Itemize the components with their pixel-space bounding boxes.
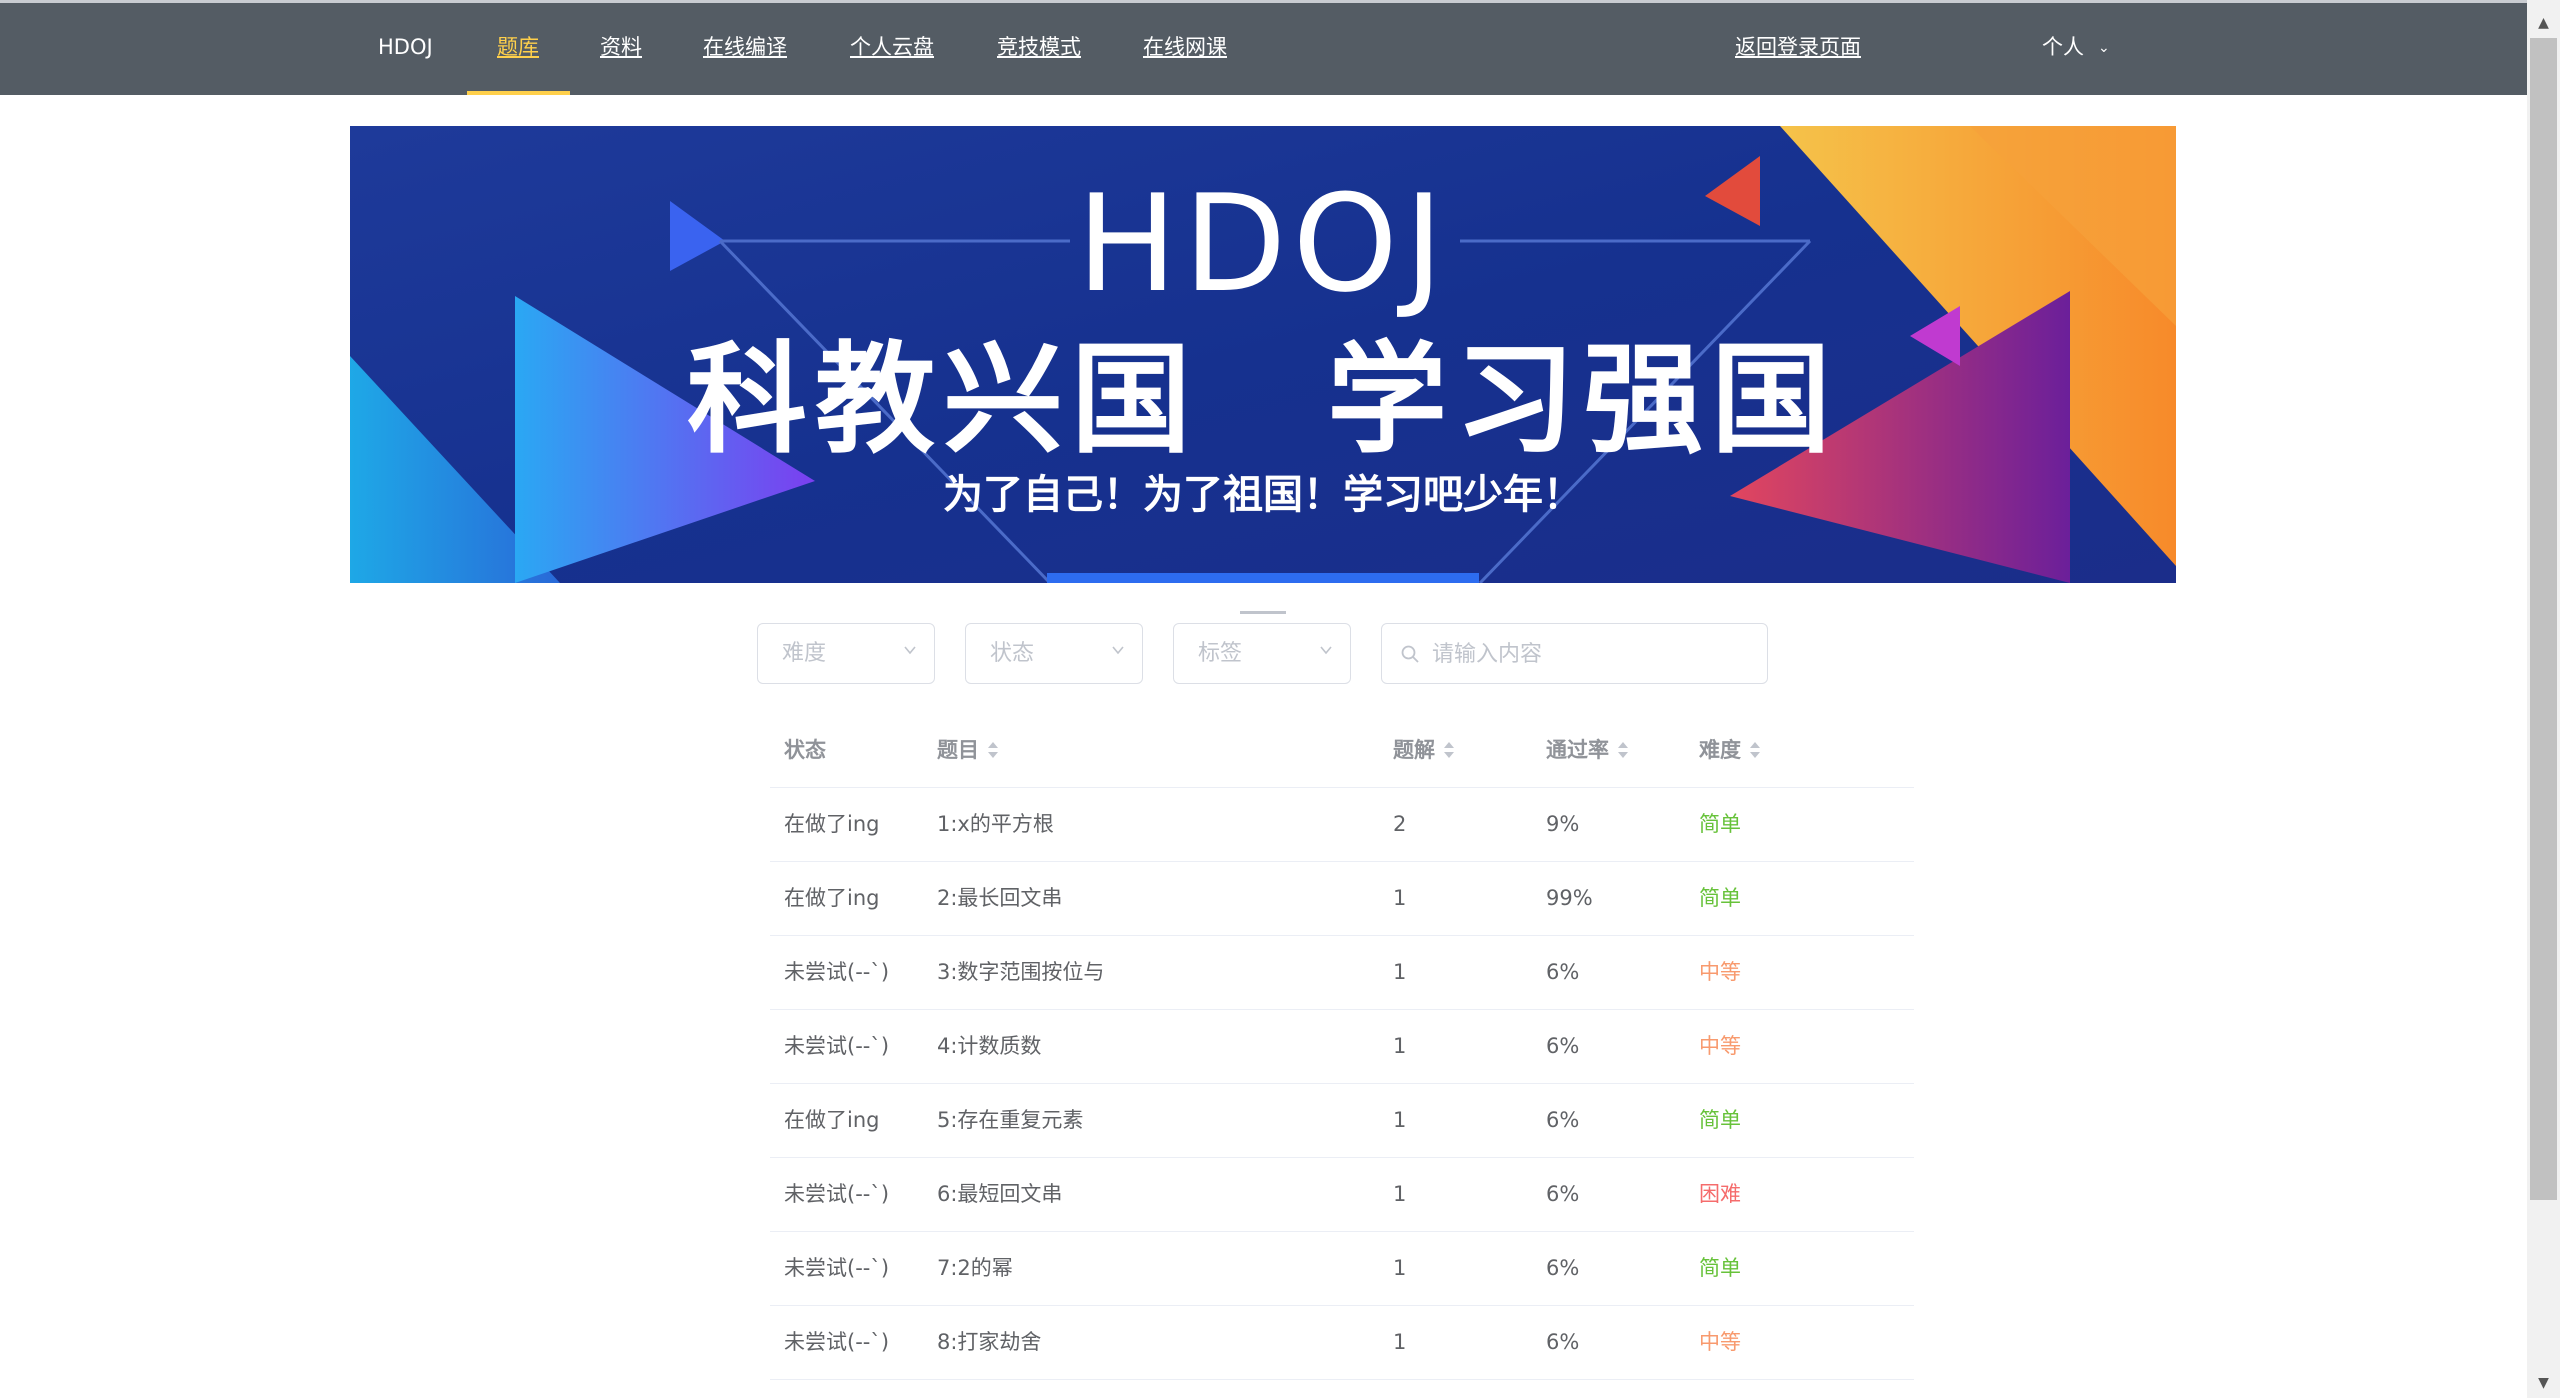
header-title-label: 题目 bbox=[937, 738, 979, 762]
search-icon bbox=[1401, 645, 1419, 663]
table-row[interactable]: 在做了ing 1:x的平方根 2 9% 简单 bbox=[770, 788, 1914, 862]
difficulty-cell: 困难 bbox=[1699, 1182, 1741, 1206]
search-box[interactable] bbox=[1381, 623, 1768, 685]
banner-slogan: 科教兴国 学习强国 bbox=[687, 331, 1839, 470]
table-row[interactable]: 未尝试(--`) 8:打家劫舍 1 6% 中等 bbox=[770, 1306, 1914, 1380]
scroll-up-arrow-icon[interactable]: ▲ bbox=[2527, 8, 2560, 38]
scroll-down-arrow-icon[interactable]: ▼ bbox=[2527, 1368, 2560, 1398]
nav-item-problem-bank[interactable]: 题库 bbox=[497, 3, 539, 95]
nav-brand-link[interactable]: HDOJ bbox=[378, 3, 433, 95]
header-title[interactable]: 题目 bbox=[937, 714, 998, 787]
table-row[interactable]: 在做了ing 2:最长回文串 1 99% 简单 bbox=[770, 862, 1914, 936]
solutions-cell: 1 bbox=[1393, 1108, 1407, 1132]
pass-rate-cell: 6% bbox=[1546, 1330, 1580, 1354]
difficulty-cell: 中等 bbox=[1699, 1034, 1741, 1058]
pass-rate-cell: 6% bbox=[1546, 1256, 1580, 1280]
header-status: 状态 bbox=[784, 738, 826, 762]
pass-rate-cell: 6% bbox=[1546, 960, 1580, 984]
top-nav-bar: HDOJ 题库 资料 在线编译 个人云盘 竞技模式 在线网课 返回登录页面 个人… bbox=[0, 3, 2527, 95]
nav-item-materials[interactable]: 资料 bbox=[600, 3, 642, 95]
solutions-cell: 1 bbox=[1393, 960, 1407, 984]
problem-title-cell[interactable]: 5:存在重复元素 bbox=[937, 1084, 1083, 1157]
back-to-login-link[interactable]: 返回登录页面 bbox=[1735, 3, 1861, 95]
chevron-down-icon bbox=[1112, 646, 1124, 655]
status-cell: 在做了ing bbox=[784, 886, 880, 910]
nav-item-online-course[interactable]: 在线网课 bbox=[1143, 3, 1227, 95]
solutions-cell: 2 bbox=[1393, 812, 1407, 836]
status-cell: 未尝试(--`) bbox=[784, 1256, 890, 1280]
solutions-cell: 1 bbox=[1393, 1256, 1407, 1280]
status-cell: 未尝试(--`) bbox=[784, 1330, 890, 1354]
problem-title-cell[interactable]: 8:打家劫舍 bbox=[937, 1306, 1041, 1379]
difficulty-cell: 简单 bbox=[1699, 886, 1741, 910]
chevron-down-icon bbox=[904, 646, 916, 655]
pass-rate-cell: 9% bbox=[1546, 812, 1580, 836]
problem-title-cell[interactable]: 3:数字范围按位与 bbox=[937, 936, 1104, 1009]
problem-title-cell[interactable]: 6:最短回文串 bbox=[937, 1158, 1062, 1231]
problem-title-cell[interactable]: 7:2的幂 bbox=[937, 1232, 1013, 1305]
table-row[interactable]: 未尝试(--`) 4:计数质数 1 6% 中等 bbox=[770, 1010, 1914, 1084]
table-row[interactable]: 未尝试(--`) 3:数字范围按位与 1 6% 中等 bbox=[770, 936, 1914, 1010]
pass-rate-cell: 6% bbox=[1546, 1182, 1580, 1206]
sort-icon[interactable] bbox=[987, 742, 998, 760]
difficulty-cell: 简单 bbox=[1699, 1108, 1741, 1132]
solutions-cell: 1 bbox=[1393, 1182, 1407, 1206]
status-cell: 在做了ing bbox=[784, 812, 880, 836]
search-input[interactable] bbox=[1430, 624, 1764, 685]
banner-subtitle: 为了自己！为了祖国！学习吧少年！ bbox=[943, 472, 1583, 518]
table-row[interactable]: 未尝试(--`) 6:最短回文串 1 6% 困难 bbox=[770, 1158, 1914, 1232]
personal-menu-label: 个人 bbox=[2042, 35, 2084, 59]
header-solutions[interactable]: 题解 bbox=[1393, 714, 1454, 787]
problem-title-cell[interactable]: 1:x的平方根 bbox=[937, 788, 1054, 861]
table-row[interactable]: 未尝试(--`) 7:2的幂 1 6% 简单 bbox=[770, 1232, 1914, 1306]
pass-rate-cell: 6% bbox=[1546, 1108, 1580, 1132]
difficulty-cell: 简单 bbox=[1699, 812, 1741, 836]
scrollbar-thumb[interactable] bbox=[2530, 38, 2557, 1200]
sort-icon[interactable] bbox=[1617, 742, 1628, 760]
sort-icon[interactable] bbox=[1443, 742, 1454, 760]
tag-select[interactable]: 标签 bbox=[1173, 623, 1351, 684]
page-scrollbar[interactable]: ▲ ▼ bbox=[2527, 0, 2560, 1398]
table-row[interactable]: 在做了ing 5:存在重复元素 1 6% 简单 bbox=[770, 1084, 1914, 1158]
status-select[interactable]: 状态 bbox=[965, 623, 1143, 684]
nav-item-competition[interactable]: 竞技模式 bbox=[997, 3, 1081, 95]
solutions-cell: 1 bbox=[1393, 1034, 1407, 1058]
status-cell: 未尝试(--`) bbox=[784, 960, 890, 984]
chevron-down-icon: ⌄ bbox=[2098, 40, 2110, 56]
difficulty-cell: 中等 bbox=[1699, 960, 1741, 984]
problem-title-cell[interactable]: 4:计数质数 bbox=[937, 1010, 1041, 1083]
problem-title-cell[interactable]: 2:最长回文串 bbox=[937, 862, 1062, 935]
nav-item-online-compiler[interactable]: 在线编译 bbox=[703, 3, 787, 95]
carousel-indicator[interactable] bbox=[1240, 611, 1286, 614]
header-pass-rate[interactable]: 通过率 bbox=[1546, 714, 1628, 787]
status-cell: 在做了ing bbox=[784, 1108, 880, 1132]
header-solutions-label: 题解 bbox=[1393, 738, 1435, 762]
difficulty-select-placeholder: 难度 bbox=[782, 641, 827, 666]
status-cell: 未尝试(--`) bbox=[784, 1182, 890, 1206]
pass-rate-cell: 6% bbox=[1546, 1034, 1580, 1058]
status-select-placeholder: 状态 bbox=[990, 641, 1035, 666]
tag-select-placeholder: 标签 bbox=[1198, 641, 1243, 666]
status-cell: 未尝试(--`) bbox=[784, 1034, 890, 1058]
problem-table: 状态 题目 题解 通过率 难度 在做了ing 1:x的平方根 2 9% 简单 在做了ing… bbox=[770, 714, 1914, 1380]
header-difficulty-label: 难度 bbox=[1699, 738, 1741, 762]
difficulty-cell: 中等 bbox=[1699, 1330, 1741, 1354]
banner-carousel[interactable]: HDOJ 科教兴国 学习强国 为了自己！为了祖国！学习吧少年！ bbox=[350, 126, 2176, 583]
solutions-cell: 1 bbox=[1393, 886, 1407, 910]
personal-menu[interactable]: 个人 ⌄ bbox=[2042, 3, 2110, 95]
chevron-down-icon bbox=[1320, 646, 1332, 655]
header-pass-rate-label: 通过率 bbox=[1546, 738, 1609, 762]
nav-active-indicator bbox=[467, 91, 570, 95]
header-difficulty[interactable]: 难度 bbox=[1699, 714, 1760, 787]
sort-icon[interactable] bbox=[1749, 742, 1760, 760]
pass-rate-cell: 99% bbox=[1546, 886, 1593, 910]
difficulty-cell: 简单 bbox=[1699, 1256, 1741, 1280]
table-header-row: 状态 题目 题解 通过率 难度 bbox=[770, 714, 1914, 788]
nav-item-cloud-drive[interactable]: 个人云盘 bbox=[850, 3, 934, 95]
difficulty-select[interactable]: 难度 bbox=[757, 623, 935, 684]
banner-title: HDOJ bbox=[1076, 166, 1450, 322]
solutions-cell: 1 bbox=[1393, 1330, 1407, 1354]
table-body: 在做了ing 1:x的平方根 2 9% 简单 在做了ing 2:最长回文串 1 99% 简单 未尝试… bbox=[770, 788, 1914, 1380]
